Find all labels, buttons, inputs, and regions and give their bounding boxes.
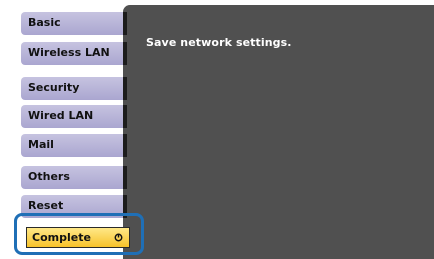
menu-item-basic[interactable]: Basic bbox=[21, 12, 127, 35]
menu-item-label: Security bbox=[28, 81, 80, 94]
menu-item-label: Mail bbox=[28, 138, 54, 151]
menu-item-label: Others bbox=[28, 170, 70, 183]
menu-item-label: Wireless LAN bbox=[28, 46, 110, 59]
network-settings-screen: Save network settings. Basic Wireless LA… bbox=[0, 0, 434, 259]
menu-item-security[interactable]: Security bbox=[21, 77, 127, 100]
menu-item-wired-lan[interactable]: Wired LAN bbox=[21, 105, 127, 128]
content-panel: Save network settings. bbox=[123, 5, 434, 259]
selection-highlight bbox=[14, 213, 144, 255]
menu-item-wireless-lan[interactable]: Wireless LAN bbox=[21, 42, 127, 65]
menu-item-label: Basic bbox=[28, 16, 61, 29]
menu-item-others[interactable]: Others bbox=[21, 166, 127, 189]
menu-item-label: Wired LAN bbox=[28, 109, 94, 122]
menu-item-mail[interactable]: Mail bbox=[21, 134, 127, 157]
panel-message: Save network settings. bbox=[146, 36, 292, 49]
menu-item-label: Reset bbox=[28, 199, 64, 212]
